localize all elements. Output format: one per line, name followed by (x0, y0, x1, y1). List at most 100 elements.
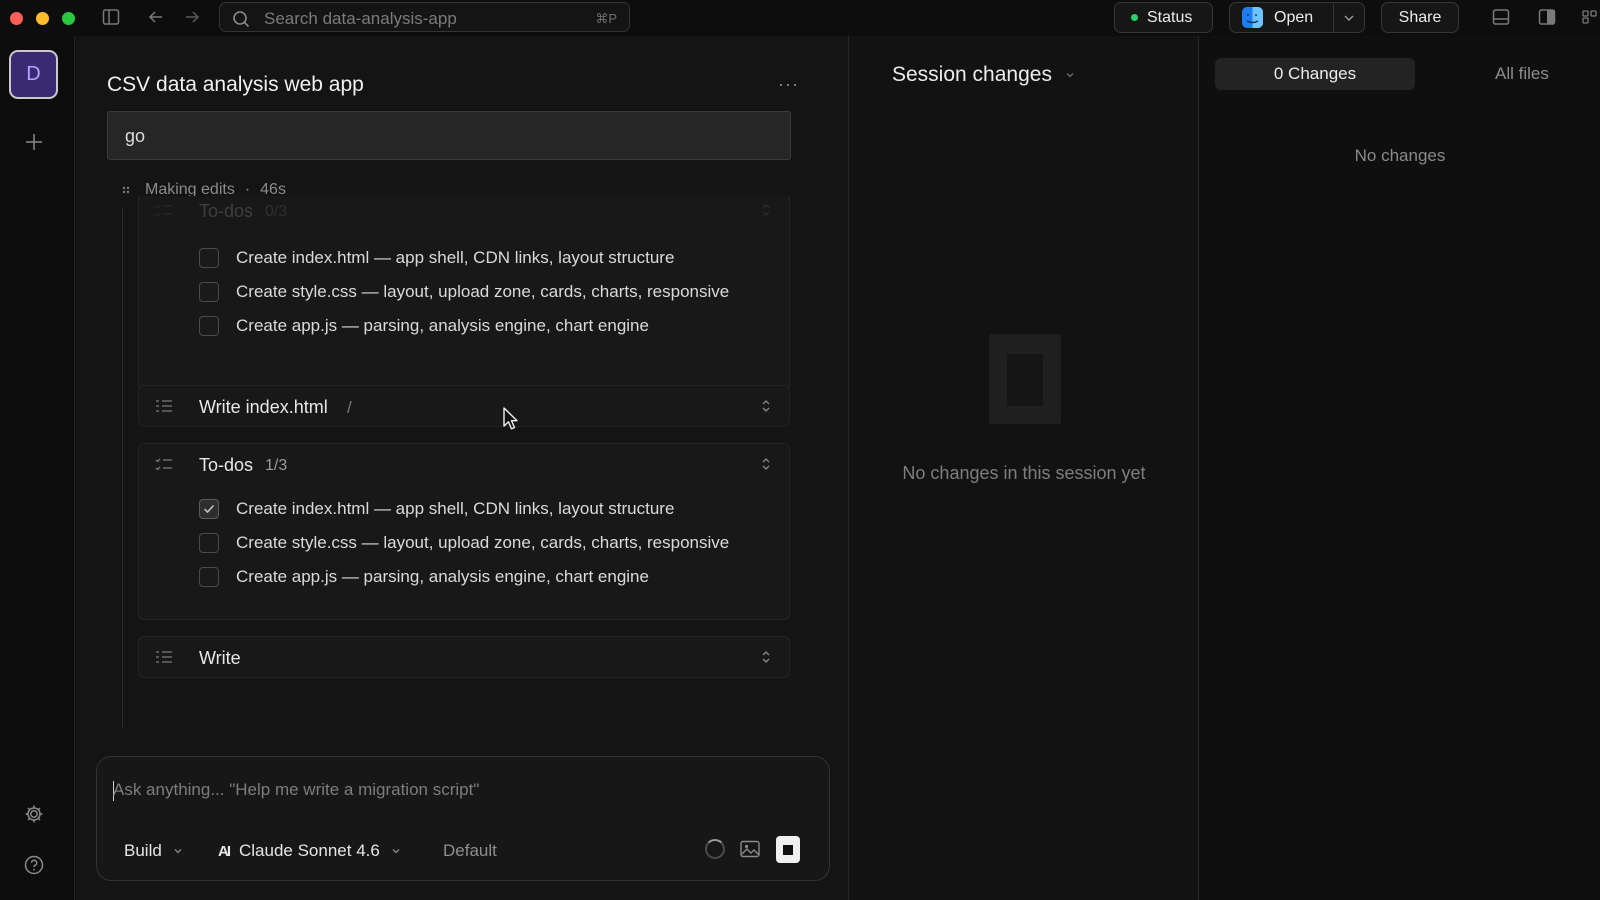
todo-item-text: Create app.js — parsing, analysis engine… (236, 567, 649, 586)
todo-item[interactable]: Create style.css — layout, upload zone, … (199, 533, 729, 553)
forward-arrow-icon[interactable] (183, 8, 201, 26)
open-label: Open (1274, 8, 1314, 26)
user-prompt-message: go (107, 111, 791, 160)
check-icon (203, 504, 215, 514)
todo-checkbox[interactable] (199, 316, 219, 336)
todo-item-text: Create index.html — app shell, CDN links… (236, 248, 675, 267)
expand-collapse-icon[interactable] (760, 649, 772, 665)
todo-card-count: 0/3 (265, 203, 288, 220)
left-rail: D (0, 36, 75, 900)
workspace-avatar[interactable]: D (9, 50, 58, 99)
todo-item-text: Create index.html — app shell, CDN links… (236, 499, 675, 518)
todo-card-header[interactable]: To-dos 0/3 (139, 190, 789, 232)
chat-panel: CSV data analysis web app ··· go Making … (76, 36, 848, 900)
todo-card: To-dos 0/3 Create index.html — app shell… (138, 196, 790, 409)
zoom-window-button[interactable] (62, 12, 75, 25)
checklist-icon (155, 203, 173, 217)
todo-card-count: 1/3 (265, 457, 288, 474)
right-panel-toggle-icon[interactable] (1538, 8, 1556, 26)
changes-empty-text: No changes (1354, 146, 1446, 165)
todo-checkbox-checked[interactable] (199, 499, 219, 519)
session-chevron-icon (1066, 73, 1074, 78)
todo-item[interactable]: Create style.css — layout, upload zone, … (199, 282, 729, 302)
todo-checkbox[interactable] (199, 248, 219, 268)
tool-call-header[interactable]: Write (139, 637, 789, 679)
expand-collapse-icon[interactable] (760, 202, 772, 218)
more-options-icon[interactable]: ··· (778, 74, 799, 95)
title-bar: Search data-analysis-app ⌘P Status Open … (0, 0, 1600, 36)
loading-spinner-icon (705, 839, 725, 859)
message-composer[interactable]: Ask anything... "Help me write a migrati… (96, 756, 830, 881)
todo-checkbox[interactable] (199, 567, 219, 587)
finder-icon (1242, 7, 1263, 28)
share-label: Share (1398, 8, 1442, 26)
tool-call-title: Write index.html (199, 397, 328, 417)
todo-item[interactable]: Create app.js — parsing, analysis engine… (199, 567, 649, 587)
attach-image-icon[interactable] (740, 840, 760, 858)
tool-list-icon (155, 399, 173, 413)
session-changes-panel: Session changes No changes in this sessi… (848, 36, 1198, 900)
changes-panel: 0 Changes All files No changes (1198, 36, 1600, 900)
checklist-icon (155, 457, 173, 471)
mode-chevron-icon (172, 845, 184, 857)
session-changes-title: Session changes (892, 63, 1052, 86)
open-button[interactable]: Open (1229, 2, 1365, 33)
expand-collapse-icon[interactable] (760, 456, 772, 472)
mode-selector[interactable]: Build (124, 841, 184, 861)
bottom-panel-toggle-icon[interactable] (1492, 8, 1510, 26)
sidebar-toggle-icon[interactable] (102, 8, 120, 26)
todo-item-text: Create style.css — layout, upload zone, … (236, 533, 730, 552)
model-chevron-icon (390, 845, 402, 857)
minimize-window-button[interactable] (36, 12, 49, 25)
settings-gear-icon[interactable] (23, 803, 45, 825)
search-icon (232, 10, 250, 28)
thread-line (122, 208, 123, 728)
tool-call-card[interactable]: Write (138, 636, 790, 678)
open-menu-chevron-icon[interactable] (1342, 11, 1356, 25)
model-label: Claude Sonnet 4.6 (239, 841, 380, 860)
tool-call-card[interactable]: Write index.html / (138, 385, 790, 427)
todo-item[interactable]: Create index.html — app shell, CDN links… (199, 248, 674, 268)
loading-dots-icon (121, 185, 131, 195)
todo-checkbox[interactable] (199, 533, 219, 553)
tool-call-path: / (347, 398, 352, 417)
tab-changes[interactable]: 0 Changes (1215, 58, 1415, 90)
composer-placeholder[interactable]: Ask anything... "Help me write a migrati… (113, 780, 479, 800)
back-arrow-icon[interactable] (147, 8, 165, 26)
expand-collapse-icon[interactable] (760, 398, 772, 414)
model-selector[interactable]: AI Claude Sonnet 4.6 (218, 841, 402, 861)
todo-item[interactable]: Create index.html — app shell, CDN links… (199, 499, 674, 519)
empty-state-illustration (989, 334, 1061, 424)
status-button[interactable]: Status (1114, 2, 1213, 33)
help-icon[interactable] (23, 854, 45, 876)
tool-call-header[interactable]: Write index.html / (139, 386, 789, 428)
todo-item-text: Create app.js — parsing, analysis engine… (236, 316, 649, 335)
open-divider (1333, 3, 1334, 32)
search-shortcut: ⌘P (595, 11, 617, 26)
session-title: CSV data analysis web app (107, 73, 364, 96)
tab-all-files[interactable]: All files (1495, 64, 1549, 84)
share-button[interactable]: Share (1381, 2, 1459, 33)
close-window-button[interactable] (10, 12, 23, 25)
tab-changes-label: 0 Changes (1273, 64, 1357, 83)
todo-card: To-dos 1/3 Create index.html — app shell… (138, 443, 790, 620)
avatar-letter: D (26, 63, 41, 85)
todo-checkbox[interactable] (199, 282, 219, 302)
tool-list-icon (155, 650, 173, 664)
add-workspace-icon[interactable] (23, 131, 45, 153)
todo-card-title: To-dos (199, 201, 254, 221)
status-label: Status (1147, 8, 1193, 26)
todo-card-header[interactable]: To-dos 1/3 (139, 444, 789, 486)
todo-item[interactable]: Create app.js — parsing, analysis engine… (199, 316, 649, 336)
variant-selector[interactable]: Default (443, 841, 497, 861)
layout-menu-icon[interactable] (1582, 8, 1598, 26)
stop-generation-button[interactable] (776, 836, 800, 863)
session-changes-dropdown[interactable]: Session changes (892, 63, 1076, 87)
session-empty-text: No changes in this session yet (902, 463, 1146, 483)
search-placeholder: Search data-analysis-app (264, 9, 457, 28)
search-bar[interactable]: Search data-analysis-app ⌘P (219, 2, 630, 32)
stop-icon (783, 844, 793, 855)
tool-call-title: Write (199, 648, 241, 668)
todo-item-text: Create style.css — layout, upload zone, … (236, 282, 730, 301)
user-prompt-text: go (125, 126, 146, 146)
